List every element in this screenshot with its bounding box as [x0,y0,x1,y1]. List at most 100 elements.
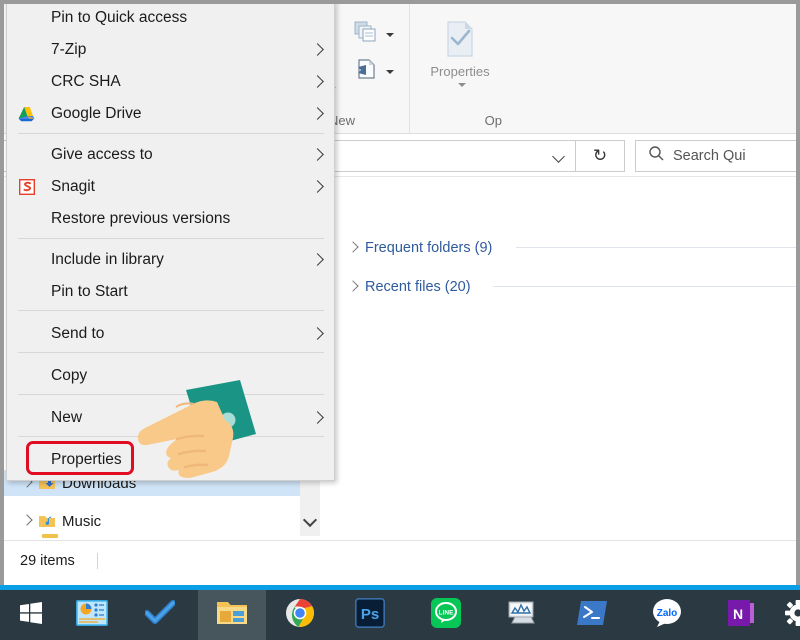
taskbar-todo-app[interactable] [122,590,198,640]
submenu-arrow-icon [312,182,323,193]
status-divider [97,553,98,569]
menu-item-google-drive[interactable]: Google Drive [7,98,334,130]
highlight-box-properties [26,441,134,475]
group-header-recent-files[interactable]: Recent files (20) [348,279,471,295]
taskbar-start-button[interactable] [0,590,62,640]
taskbar-taskview-button[interactable] [62,590,122,640]
taskbar-zalo-app[interactable]: Zalo [628,590,706,640]
chevron-down-icon[interactable] [553,150,565,162]
menu-item-7-zip[interactable]: 7-Zip [7,34,334,66]
menu-separator [18,238,324,239]
menu-item-label: Copy [51,367,87,385]
zalo-icon: Zalo [651,598,683,633]
window-frame-right [796,0,800,585]
taskbar-photoshop[interactable]: Ps [334,590,406,640]
windows-logo-icon [20,602,42,629]
group-header-label: Frequent folders (9) [365,240,492,256]
menu-item-label: Google Drive [51,105,141,123]
taskbar-settings-gear[interactable] [776,590,800,640]
taskbar-chrome-browser[interactable] [266,590,334,640]
group-rule [493,286,796,287]
taskbar: Ps LINE [0,590,800,640]
onenote-icon: N [726,598,756,633]
menu-item-pin-to-quick-access[interactable]: Pin to Quick access [7,2,334,34]
group-header-frequent-folders[interactable]: Frequent folders (9) [348,240,492,256]
submenu-arrow-icon [312,45,323,56]
menu-item-label: Restore previous versions [51,210,230,228]
menu-item-label: Send to [51,325,104,343]
svg-text:Ps: Ps [361,606,379,623]
ribbon-button-properties[interactable]: Properties [422,12,498,90]
item-count-label: 29 items [20,553,75,569]
menu-separator [18,310,324,311]
line-icon: LINE [431,598,461,633]
screenshot-root: Move to [0,0,800,640]
refresh-button[interactable]: ↻ [576,140,625,172]
new-item-icon [353,20,379,49]
chevron-down-icon[interactable] [386,33,394,37]
refresh-icon: ↻ [593,146,607,166]
gear-icon [785,600,800,631]
ribbon-button-easy-access[interactable] [353,57,394,86]
menu-separator [18,133,324,134]
window-frame-left [0,0,4,585]
search-input[interactable]: Search Qui [635,140,800,172]
taskbar-file-explorer[interactable] [198,590,266,640]
menu-item-snagit[interactable]: Snagit [7,171,334,203]
taskbar-onenote[interactable]: N [706,590,776,640]
taskbar-line-app[interactable]: LINE [406,590,486,640]
taskbar-system-monitor[interactable] [486,590,556,640]
google-drive-icon [17,104,37,124]
submenu-arrow-icon [312,413,323,424]
svg-text:Zalo: Zalo [657,608,678,619]
navigation-pane-scrollbar[interactable] [300,474,320,536]
easy-access-icon [353,57,379,86]
task-view-icon [76,600,108,631]
menu-item-label: Pin to Quick access [51,9,187,27]
chevron-right-icon[interactable] [348,243,358,253]
file-explorer-icon [216,599,248,632]
menu-item-label: Include in library [51,251,164,269]
menu-item-label: Give access to [51,146,153,164]
menu-item-label: Pin to Start [51,283,128,301]
svg-text:N: N [733,606,743,622]
submenu-arrow-icon [312,150,323,161]
chevron-right-icon[interactable] [22,516,32,526]
menu-item-label: Snagit [51,178,95,196]
menu-item-label: New [51,409,82,427]
system-monitor-icon [505,599,537,632]
checkmark-icon [145,600,175,631]
ribbon-group-open: Properties Op [410,4,510,134]
svg-text:LINE: LINE [439,609,454,616]
snagit-icon [17,177,37,197]
status-bar: 29 items [4,540,796,581]
menu-separator [18,352,324,353]
group-rule [516,247,796,248]
menu-item-give-access-to[interactable]: Give access to [7,139,334,171]
menu-item-include-in-library[interactable]: Include in library [7,244,334,276]
chevron-down-icon[interactable] [304,514,316,526]
submenu-arrow-icon [312,255,323,266]
submenu-arrow-icon [312,109,323,120]
submenu-arrow-icon [312,329,323,340]
music-folder-icon [38,513,56,529]
nav-item-label: Music [62,513,101,530]
window-frame-top [0,0,800,4]
taskbar-powershell[interactable] [556,590,628,640]
chevron-down-icon[interactable] [458,83,466,87]
chevron-down-icon[interactable] [386,70,394,74]
powershell-icon [576,599,608,632]
chevron-right-icon[interactable] [348,282,358,292]
ribbon-group-label-open: Op [416,108,504,134]
menu-item-restore-previous-versions[interactable]: Restore previous versions [7,203,334,235]
nav-item-music[interactable]: Music [4,508,300,534]
menu-item-label: CRC SHA [51,73,121,91]
menu-item-send-to[interactable]: Send to [7,318,334,350]
ribbon-button-new-item[interactable] [353,20,394,49]
menu-item-pin-to-start[interactable]: Pin to Start [7,276,334,308]
group-header-label: Recent files (20) [365,279,471,295]
properties-check-icon [439,16,481,62]
menu-item-crc-sha[interactable]: CRC SHA [7,66,334,98]
submenu-arrow-icon [312,77,323,88]
chrome-icon [285,598,315,633]
